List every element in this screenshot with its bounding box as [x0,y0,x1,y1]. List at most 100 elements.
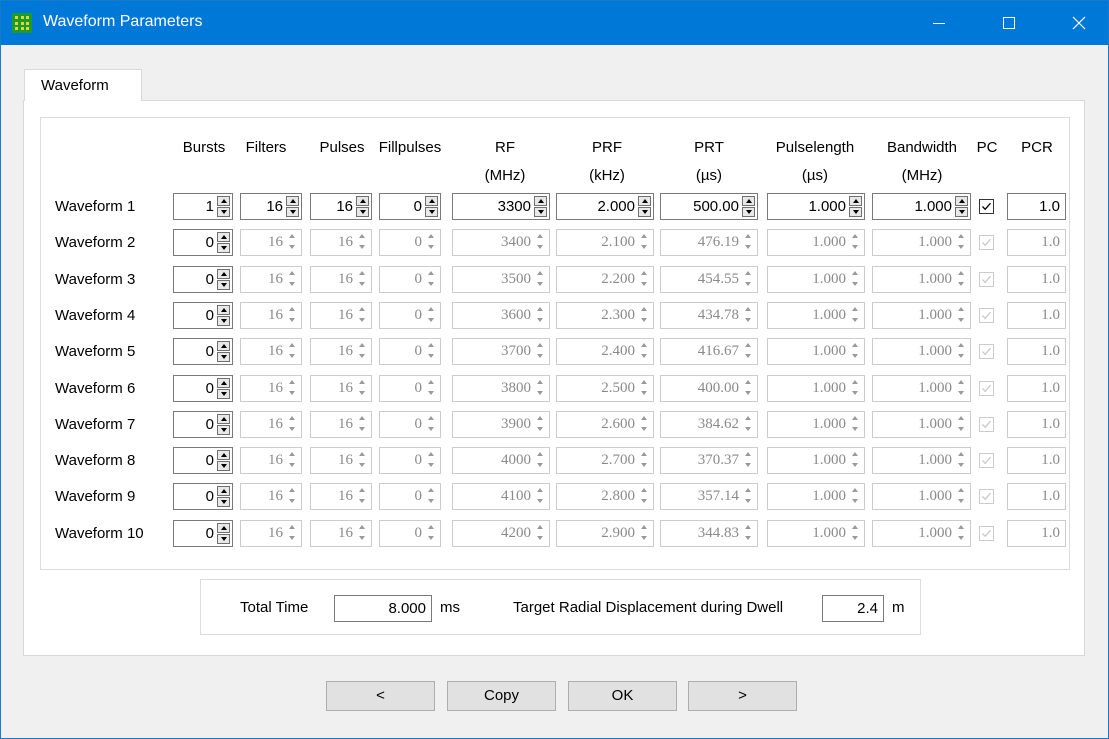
spin-arrows-icon[interactable] [217,232,230,253]
pulses-spinbox: 16 [310,520,372,547]
spin-arrows-icon[interactable] [217,341,230,362]
spin-arrows-icon[interactable] [217,450,230,471]
spin-arrows-icon [356,341,369,362]
spin-arrows-icon [356,378,369,399]
title-bar[interactable]: Waveform Parameters [1,1,1108,45]
pcr-field: 1.0 [1007,266,1066,293]
fillpulses-spinbox[interactable]: 0 [379,193,441,220]
app-grid-icon [12,13,32,33]
spin-arrows-icon[interactable] [425,196,438,217]
spin-arrows-icon[interactable] [638,196,651,217]
spin-arrows-icon[interactable] [955,196,968,217]
pulses-spinbox[interactable]: 16 [310,193,372,220]
spin-arrows-icon[interactable] [742,196,755,217]
bursts-spinbox[interactable]: 0 [173,520,233,547]
spin-arrows-icon[interactable] [217,305,230,326]
row-label: Waveform 6 [55,380,136,397]
spin-arrows-icon [534,523,547,544]
fillpulses-spinbox: 0 [379,302,441,329]
pcr-value: 1.0 [1041,343,1060,359]
spin-arrows-icon [534,486,547,507]
pulselength-value: 1.000 [808,198,846,215]
checkmark-icon [982,384,991,393]
spin-arrows-icon [534,450,547,471]
pcr-field: 1.0 [1007,338,1066,365]
spin-arrows-icon[interactable] [356,196,369,217]
bandwidth-value: 1.000 [918,488,952,504]
header-bursts: Bursts [182,139,226,156]
rf-spinbox[interactable]: 3300 [452,193,550,220]
pulselength-value: 1.000 [812,488,846,504]
spin-arrows-icon [849,269,862,290]
bursts-spinbox[interactable]: 0 [173,375,233,402]
prt-value: 476.19 [697,234,739,250]
spin-arrows-icon[interactable] [217,523,230,544]
spin-arrows-icon[interactable] [217,196,230,217]
pulselength-value: 1.000 [812,234,846,250]
bursts-spinbox[interactable]: 0 [173,302,233,329]
filters-spinbox[interactable]: 16 [240,193,302,220]
filters-value: 16 [268,488,283,504]
spin-arrows-icon [742,450,755,471]
tab-waveform[interactable]: Waveform [24,69,142,101]
bandwidth-spinbox[interactable]: 1.000 [872,193,971,220]
minimize-button[interactable] [916,1,962,45]
spin-arrows-icon[interactable] [217,378,230,399]
fillpulses-value: 0 [414,380,423,396]
close-button[interactable] [1056,1,1102,45]
prf-value: 2.800 [601,488,635,504]
bursts-spinbox[interactable]: 0 [173,266,233,293]
spin-arrows-icon [742,232,755,253]
bursts-spinbox[interactable]: 0 [173,483,233,510]
spin-arrows-icon [534,232,547,253]
prf-spinbox[interactable]: 2.000 [556,193,654,220]
bursts-spinbox[interactable]: 0 [173,338,233,365]
spin-arrows-icon [286,378,299,399]
bursts-spinbox[interactable]: 0 [173,229,233,256]
pcr-field: 1.0 [1007,302,1066,329]
bandwidth-spinbox: 1.000 [872,411,971,438]
next-button[interactable]: > [688,681,797,711]
spin-arrows-icon[interactable] [286,196,299,217]
filters-value: 16 [268,343,283,359]
prt-spinbox[interactable]: 500.00 [660,193,758,220]
ok-button[interactable]: OK [568,681,677,711]
pc-checkbox [979,381,994,396]
spin-arrows-icon [955,269,968,290]
prt-spinbox: 454.55 [660,266,758,293]
bandwidth-spinbox: 1.000 [872,266,971,293]
spin-arrows-icon[interactable] [217,269,230,290]
prf-value: 2.900 [601,525,635,541]
pc-checkbox [979,272,994,287]
spin-arrows-icon[interactable] [534,196,547,217]
pulses-value: 16 [338,271,353,287]
spin-arrows-icon [356,305,369,326]
prf-spinbox: 2.700 [556,447,654,474]
spin-arrows-icon [955,341,968,362]
spin-arrows-icon [849,305,862,326]
prev-button[interactable]: < [326,681,435,711]
bandwidth-spinbox: 1.000 [872,338,971,365]
spin-arrows-icon [356,269,369,290]
bursts-spinbox[interactable]: 0 [173,447,233,474]
checkmark-icon [982,529,991,538]
spin-arrows-icon[interactable] [217,414,230,435]
pcr-field: 1.0 [1007,375,1066,402]
prt-spinbox: 400.00 [660,375,758,402]
bursts-spinbox[interactable]: 1 [173,193,233,220]
copy-button[interactable]: Copy [447,681,556,711]
spin-arrows-icon[interactable] [849,196,862,217]
pcr-field[interactable]: 1.0 [1007,193,1066,220]
header-fillpulses: Fillpulses [378,139,442,156]
bursts-spinbox[interactable]: 0 [173,411,233,438]
header-filters: Filters [245,139,287,156]
spin-arrows-icon[interactable] [217,486,230,507]
bursts-value: 0 [205,525,214,542]
spin-arrows-icon [955,232,968,253]
maximize-button[interactable] [986,1,1032,45]
pulses-spinbox: 16 [310,338,372,365]
maximize-icon [1003,17,1015,29]
pulselength-spinbox[interactable]: 1.000 [767,193,865,220]
close-icon [1072,16,1086,30]
pc-checkbox[interactable] [979,199,994,214]
